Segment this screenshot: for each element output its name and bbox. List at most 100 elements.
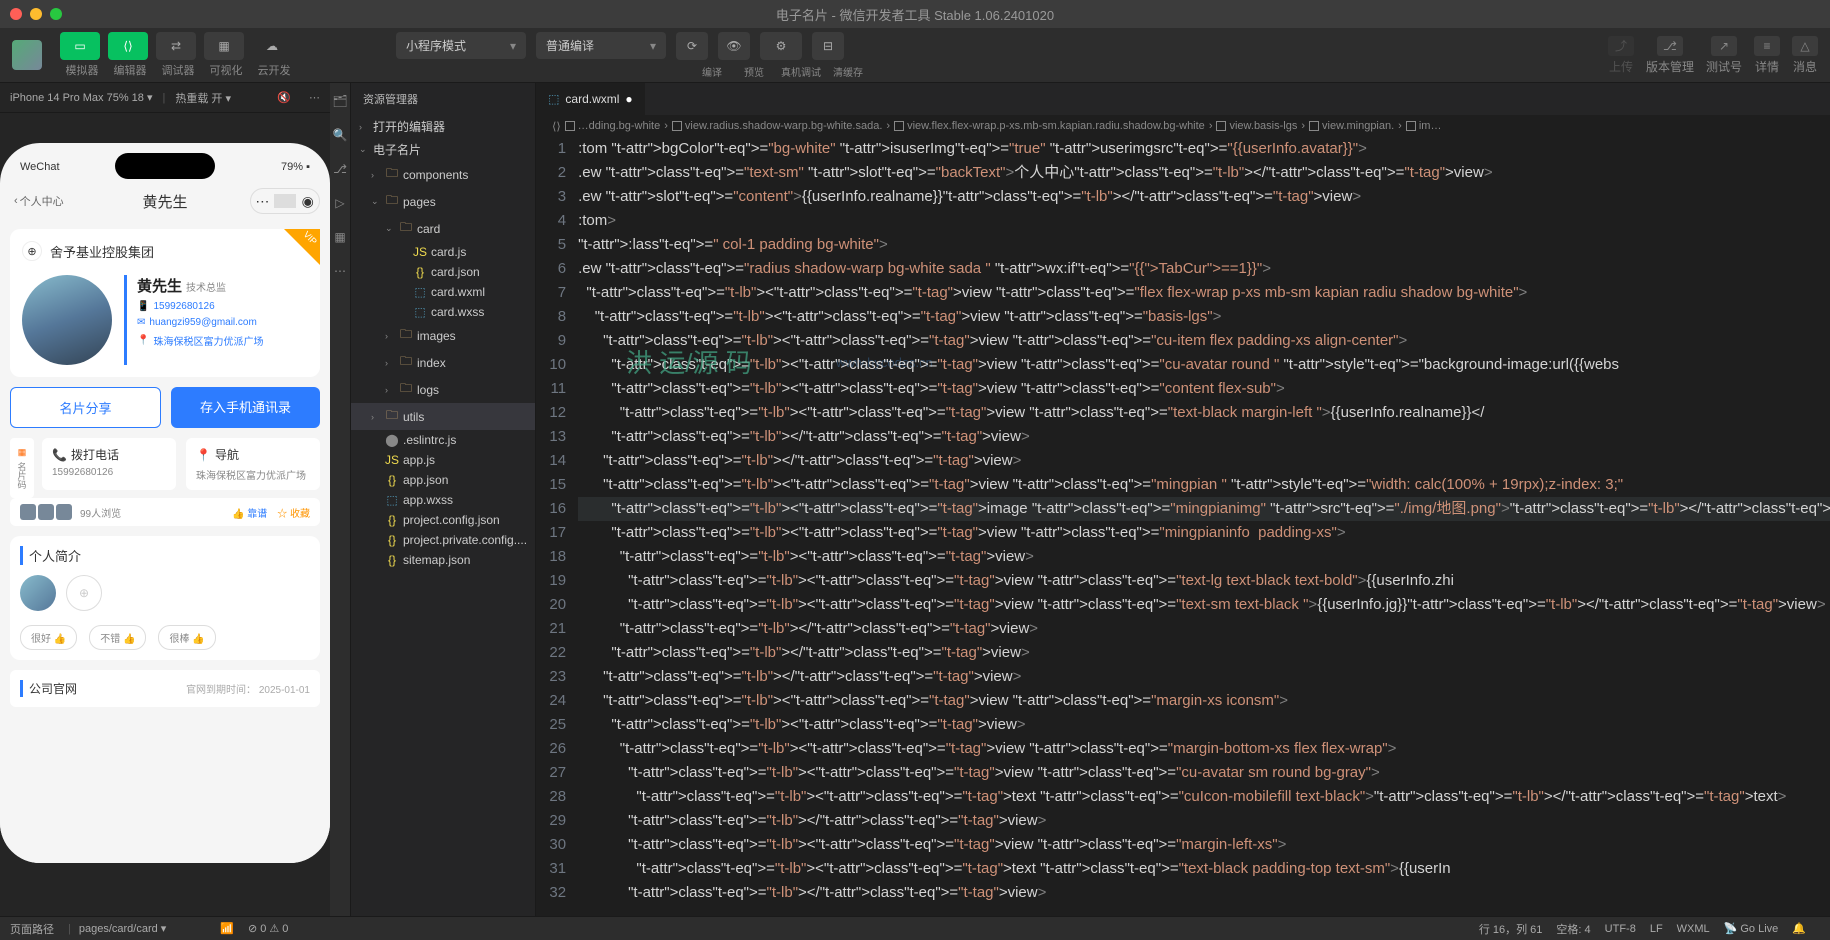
like-button[interactable]: 👍 靠谱: [232, 505, 267, 520]
test-account-button[interactable]: ↗测试号: [1706, 36, 1742, 75]
details-button[interactable]: ≡详情: [1754, 36, 1780, 75]
maximize-window-icon[interactable]: [50, 8, 62, 20]
eol-status[interactable]: LF: [1650, 923, 1663, 935]
business-card: ⊕舍予基业控股集团 黄先生技术总监 📱 15992680126 ✉ huangz…: [10, 229, 320, 377]
remote-debug-button[interactable]: ⚙: [760, 32, 802, 60]
feedback-button[interactable]: 不错 👍: [89, 625, 146, 650]
file-card-js[interactable]: JScard.js: [351, 242, 535, 262]
wifi-icon[interactable]: 📶: [220, 922, 234, 935]
section-project[interactable]: ⌄电子名片: [351, 138, 535, 161]
notifications-button[interactable]: △消息: [1792, 36, 1818, 75]
section-open-editors[interactable]: ›打开的编辑器: [351, 115, 535, 138]
project-avatar[interactable]: [12, 40, 42, 70]
close-window-icon[interactable]: [10, 8, 22, 20]
mode-label: 模拟器: [60, 62, 104, 78]
file-card-json[interactable]: {}card.json: [351, 262, 535, 282]
device-select[interactable]: iPhone 14 Pro Max 75% 18 ▾: [10, 91, 153, 104]
hot-reload-toggle[interactable]: 热重载 开 ▾: [175, 90, 231, 106]
status-carrier: WeChat: [20, 161, 60, 173]
version-button[interactable]: ⎇版本管理: [1646, 36, 1694, 75]
cursor-position[interactable]: 行 16，列 61: [1479, 921, 1543, 937]
file-sitemap[interactable]: {}sitemap.json: [351, 550, 535, 570]
feedback-button[interactable]: 很棒 👍: [158, 625, 215, 650]
more-icon[interactable]: ⋯: [330, 261, 350, 281]
git-icon[interactable]: ⎇: [330, 159, 350, 179]
breadcrumb[interactable]: ⟨⟩ …dding.bg-white › view.radius.shadow-…: [536, 115, 1830, 137]
simulator-pane: iPhone 14 Pro Max 75% 18 ▾ | 热重载 开 ▾ 🔇 ⋯…: [0, 83, 330, 916]
user-avatar: [22, 275, 112, 365]
encoding-status[interactable]: UTF-8: [1605, 923, 1636, 935]
file-app-wxss[interactable]: ⬚app.wxss: [351, 490, 535, 510]
cloud-toggle[interactable]: ☁: [252, 32, 292, 60]
file-card-wxml[interactable]: ⬚card.wxml: [351, 282, 535, 302]
share-card-button[interactable]: 名片分享: [10, 387, 161, 428]
back-button[interactable]: ‹ 个人中心: [14, 193, 64, 209]
tab-card-wxml[interactable]: ⬚card.wxml●: [536, 83, 646, 115]
user-role: 技术总监: [186, 283, 226, 294]
preview-button[interactable]: 👁: [718, 32, 750, 60]
company-logo-icon: ⊕: [22, 241, 42, 261]
upload-button[interactable]: ⤴上传: [1608, 36, 1634, 75]
problems-status[interactable]: ⊘ 0 ⚠ 0: [248, 922, 288, 935]
file-project-config[interactable]: {}project.config.json: [351, 510, 535, 530]
compile-mode-dropdown[interactable]: 小程序模式▾: [396, 32, 526, 59]
mode-label: 云开发: [252, 62, 296, 78]
sim-mute-icon[interactable]: 🔇: [277, 91, 291, 104]
page-path-value[interactable]: pages/card/card ▾: [79, 922, 166, 935]
folder-pages[interactable]: ⌄🗀pages: [351, 188, 535, 215]
code-area[interactable]: 1234567891011121314151617181920212223242…: [536, 137, 1830, 916]
window-title: 电子名片 - 微信开发者工具 Stable 1.06.2401020: [776, 5, 1054, 24]
file-project-private[interactable]: {}project.private.config....: [351, 530, 535, 550]
view-count: 99人浏览: [80, 505, 121, 520]
fav-button[interactable]: ☆ 收藏: [277, 505, 310, 520]
save-contact-button[interactable]: 存入手机通讯录: [171, 387, 320, 428]
company-site-row[interactable]: 公司官网 官网到期时间： 2025-01-01: [10, 670, 320, 707]
address-row[interactable]: 📍 珠海保税区富力优派广场: [137, 333, 308, 348]
extensions-icon[interactable]: ▦: [330, 227, 350, 247]
card-code-button[interactable]: ▦名片码: [10, 438, 34, 498]
file-app-json[interactable]: {}app.json: [351, 470, 535, 490]
compile-label: 编译: [696, 64, 728, 79]
activity-bar: 🗂 🔍 ⎇ ▷ ▦ ⋯: [330, 83, 351, 916]
page-path-label[interactable]: 页面路径: [10, 921, 54, 937]
traffic-lights[interactable]: [10, 8, 62, 20]
compile-type-dropdown[interactable]: 普通编译▾: [536, 32, 666, 59]
email-row[interactable]: ✉ huangzi959@gmail.com: [137, 317, 308, 328]
editor-toggle[interactable]: ⟨⟩: [108, 32, 148, 60]
intro-avatar: [20, 575, 56, 611]
visual-toggle[interactable]: ▦: [204, 32, 244, 60]
folder-index[interactable]: ›🗀index: [351, 349, 535, 376]
mode-label: 调试器: [156, 62, 200, 78]
phone-row[interactable]: 📱 15992680126: [137, 301, 308, 312]
user-name: 黄先生: [137, 275, 182, 296]
capsule-menu[interactable]: ⋯◉: [250, 188, 320, 214]
folder-components[interactable]: ›🗀components: [351, 161, 535, 188]
clear-cache-button[interactable]: ⊟: [812, 32, 844, 60]
feedback-button[interactable]: 很好 👍: [20, 625, 77, 650]
phone-simulator[interactable]: WeChat79% ▪ ‹ 个人中心 黄先生 ⋯◉ ⊕舍予基业控股集团 黄先生技…: [0, 143, 330, 863]
main-toolbar: ▭ ⟨⟩ ⇄ ▦ ☁ 模拟器 编辑器 调试器 可视化 云开发 小程序模式▾ 普通…: [0, 28, 1830, 83]
search-icon[interactable]: 🔍: [330, 125, 350, 145]
notification-bell-icon[interactable]: 🔔: [1792, 922, 1806, 935]
call-button[interactable]: 📞 拨打电话15992680126: [42, 438, 176, 490]
folder-logs[interactable]: ›🗀logs: [351, 376, 535, 403]
add-intro-button[interactable]: ⊕: [66, 575, 102, 611]
debug-icon[interactable]: ▷: [330, 193, 350, 213]
navigate-button[interactable]: 📍 导航珠海保税区富力优派广场: [186, 438, 320, 490]
debugger-toggle[interactable]: ⇄: [156, 32, 196, 60]
explorer-icon[interactable]: 🗂: [330, 91, 350, 111]
folder-utils[interactable]: ›🗀utils: [351, 403, 535, 430]
file-eslintrc[interactable]: ⬤.eslintrc.js: [351, 430, 535, 450]
simulator-toggle[interactable]: ▭: [60, 32, 100, 60]
folder-images[interactable]: ›🗀images: [351, 322, 535, 349]
file-app-js[interactable]: JSapp.js: [351, 450, 535, 470]
compile-button[interactable]: ⟳: [676, 32, 708, 60]
go-live-button[interactable]: 📡 Go Live: [1724, 922, 1779, 935]
indent-status[interactable]: 空格: 4: [1556, 921, 1590, 937]
language-status[interactable]: WXML: [1677, 923, 1710, 935]
minimize-window-icon[interactable]: [30, 8, 42, 20]
file-card-wxss[interactable]: ⬚card.wxss: [351, 302, 535, 322]
remote-debug-label: 真机调试: [780, 64, 822, 79]
folder-card[interactable]: ⌄🗀card: [351, 215, 535, 242]
sim-more-icon[interactable]: ⋯: [309, 91, 320, 104]
